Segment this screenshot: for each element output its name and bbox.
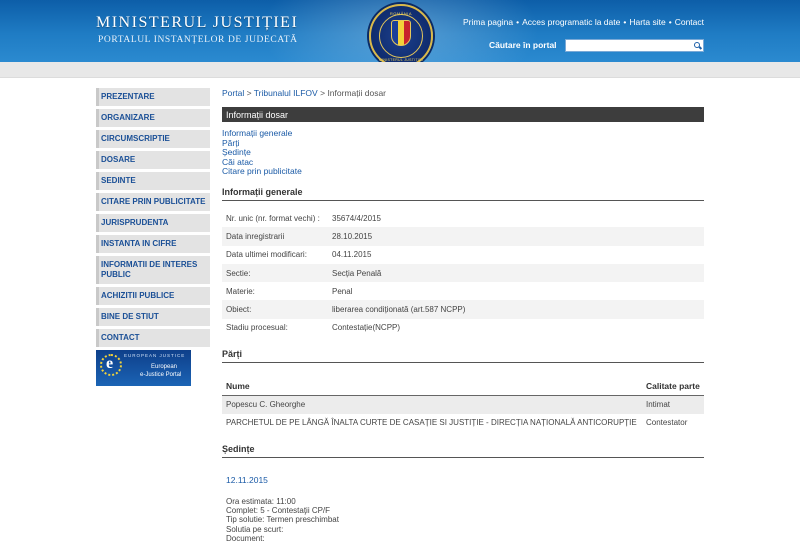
info-key: Data inregistrarii bbox=[222, 227, 328, 246]
quicklink-sedinte[interactable]: Ședințe bbox=[222, 148, 704, 158]
ejustice-tagline: EUROPEAN JUSTICE bbox=[124, 353, 186, 358]
info-value: 04.11.2015 bbox=[332, 250, 372, 260]
main-content: Portal > Tribunalul ILFOV > Informații d… bbox=[222, 88, 704, 543]
hearing-solution-summary: Solutia pe scurt: bbox=[226, 524, 284, 534]
hearing-panel: Complet: 5 - Contestaţii CP/F bbox=[226, 506, 331, 516]
seal-top-text: ROMÂNIA bbox=[389, 11, 413, 16]
sidebar-item-jurisprudenta[interactable]: JURISPRUDENTA bbox=[96, 214, 210, 232]
quicklink-citare[interactable]: Citare prin publicitate bbox=[222, 167, 704, 177]
search-icon-handle bbox=[698, 46, 703, 50]
nav-separator: • bbox=[668, 17, 672, 27]
header-subbar bbox=[0, 62, 800, 78]
party-role: Intimat bbox=[642, 395, 704, 414]
search-input[interactable] bbox=[565, 39, 693, 52]
info-key: Materie: bbox=[226, 286, 255, 296]
info-value: Secția Penală bbox=[328, 263, 704, 283]
sidebar-item-achizitii[interactable]: ACHIZITII PUBLICE bbox=[96, 287, 210, 305]
info-key: Nr. unic (nr. format vechi) : bbox=[226, 213, 320, 223]
sidebar: PREZENTARE ORGANIZARE CIRCUMSCRIPTIE DOS… bbox=[96, 88, 210, 386]
breadcrumb-current: Informații dosar bbox=[327, 88, 387, 98]
info-value: Penal bbox=[332, 286, 353, 296]
sidebar-item-bine-de-stiut[interactable]: BINE DE STIUT bbox=[96, 308, 210, 326]
parti-table: Nume Calitate parte Popescu C. Gheorghe … bbox=[222, 378, 704, 432]
sidebar-item-dosare[interactable]: DOSARE bbox=[96, 151, 210, 169]
hearing-details: Ora estimata: 11:00 Complet: 5 - Contest… bbox=[222, 497, 704, 543]
sidebar-item-prezentare[interactable]: PREZENTARE bbox=[96, 88, 210, 106]
col-header-name: Nume bbox=[222, 378, 642, 396]
sidebar-item-sedinte[interactable]: SEDINTE bbox=[96, 172, 210, 190]
hearing-document: Document: bbox=[226, 533, 265, 543]
hearing-date: 12.11.2015 bbox=[226, 475, 268, 486]
breadcrumb-portal[interactable]: Portal bbox=[222, 88, 244, 98]
quicklink-informatii-generale[interactable]: Informații generale bbox=[222, 128, 704, 139]
table-row: Obiect: liberarea condiționată (art.587 N… bbox=[222, 300, 704, 319]
search-label: Căutare în portal bbox=[489, 40, 557, 50]
info-value: Contestație(NCPP) bbox=[332, 323, 401, 333]
nav-sitemap-link[interactable]: Harta site bbox=[629, 17, 665, 27]
info-value: 28.10.2015 bbox=[328, 227, 704, 246]
sidebar-item-informatii-interes-public[interactable]: INFORMATII DE INTERES PUBLIC bbox=[96, 256, 210, 284]
nav-api-access-link[interactable]: Acces programatic la date bbox=[522, 17, 620, 27]
table-row: Popescu C. Gheorghe Intimat bbox=[222, 395, 704, 414]
nav-separator: • bbox=[623, 17, 627, 27]
coat-of-arms-icon bbox=[391, 20, 411, 46]
breadcrumb-court[interactable]: Tribunalul ILFOV bbox=[254, 88, 318, 98]
breadcrumb-separator: > bbox=[246, 88, 252, 98]
page-title: Informații dosar bbox=[222, 107, 704, 122]
table-row: Stadiu procesual: Contestație(NCPP) bbox=[222, 319, 704, 337]
info-key: Data ultimei modificari: bbox=[226, 250, 307, 260]
col-header-role: Calitate parte bbox=[642, 378, 704, 396]
party-role: Contestator bbox=[646, 418, 688, 428]
sedinte-heading: Ședințe bbox=[222, 444, 704, 459]
sidebar-item-contact[interactable]: CONTACT bbox=[96, 329, 210, 347]
section-quicklinks: Informații generale Părți Ședințe Căi at… bbox=[222, 128, 704, 177]
table-row: PARCHETUL DE PE LÂNGĂ ÎNALTA CURTE DE CA… bbox=[222, 414, 704, 433]
info-value: 35674/4/2015 bbox=[332, 213, 381, 223]
portal-subtitle: PORTALUL INSTANȚELOR DE JUDECATĂ bbox=[98, 35, 298, 45]
ministry-title[interactable]: MINISTERUL JUSTIȚIEI bbox=[96, 14, 298, 32]
table-row: Sectie: Secția Penală bbox=[222, 263, 704, 283]
search-button[interactable] bbox=[692, 39, 704, 52]
nav-home-link[interactable]: Prima pagina bbox=[463, 17, 513, 27]
ejustice-label-1: European bbox=[151, 364, 178, 370]
hearing-solution-type: Tip solutie: Termen preschimbat bbox=[226, 515, 339, 525]
nav-separator: • bbox=[516, 17, 520, 27]
ejustice-e-logo: e bbox=[106, 355, 114, 372]
site-header: MINISTERUL JUSTIȚIEI PORTALUL INSTANȚELO… bbox=[0, 0, 800, 62]
ministry-seal-logo[interactable]: ROMÂNIA MINISTERUL JUSTIȚIEI bbox=[369, 4, 433, 62]
info-key: Sectie: bbox=[222, 263, 328, 283]
info-heading: Informații generale bbox=[222, 187, 704, 201]
info-value: liberarea condiționată (art.587 NCPP) bbox=[328, 300, 704, 319]
sidebar-item-instanta-in-cifre[interactable]: INSTANTA IN CIFRE bbox=[96, 235, 210, 253]
ejustice-portal-banner[interactable]: e EUROPEAN JUSTICE European e-Justice Po… bbox=[96, 350, 191, 386]
hearing-time: Ora estimata: 11:00 bbox=[226, 497, 296, 507]
parti-heading: Părți bbox=[222, 349, 704, 364]
table-row: Data ultimei modificari: 04.11.2015 bbox=[222, 246, 704, 264]
sidebar-item-circumscriptie[interactable]: CIRCUMSCRIPTIE bbox=[96, 130, 210, 148]
info-table: Nr. unic (nr. format vechi) : 35674/4/201… bbox=[222, 209, 704, 337]
breadcrumb: Portal > Tribunalul ILFOV > Informații d… bbox=[222, 88, 704, 100]
party-name: PARCHETUL DE PE LÂNGĂ ÎNALTA CURTE DE CA… bbox=[226, 418, 637, 428]
party-name: Popescu C. Gheorghe bbox=[222, 395, 642, 414]
sidebar-item-organizare[interactable]: ORGANIZARE bbox=[96, 109, 210, 127]
table-row: Data inregistrarii 28.10.2015 bbox=[222, 227, 704, 246]
ejustice-label-2: e-Justice Portal bbox=[140, 372, 182, 378]
info-key: Obiect: bbox=[222, 300, 328, 319]
info-key: Stadiu procesual: bbox=[226, 323, 288, 333]
top-navigation: Prima pagina • Acces programatic la date • H… bbox=[463, 17, 704, 27]
breadcrumb-separator: > bbox=[320, 88, 326, 98]
table-header-row: Nume Calitate parte bbox=[222, 378, 704, 396]
quicklink-parti[interactable]: Părți bbox=[222, 138, 704, 149]
table-row: Materie: Penal bbox=[222, 282, 704, 300]
nav-contact-link[interactable]: Contact bbox=[675, 17, 704, 27]
table-row: Nr. unic (nr. format vechi) : 35674/4/201… bbox=[222, 209, 704, 227]
sidebar-item-citare[interactable]: CITARE PRIN PUBLICITATE bbox=[96, 193, 210, 211]
